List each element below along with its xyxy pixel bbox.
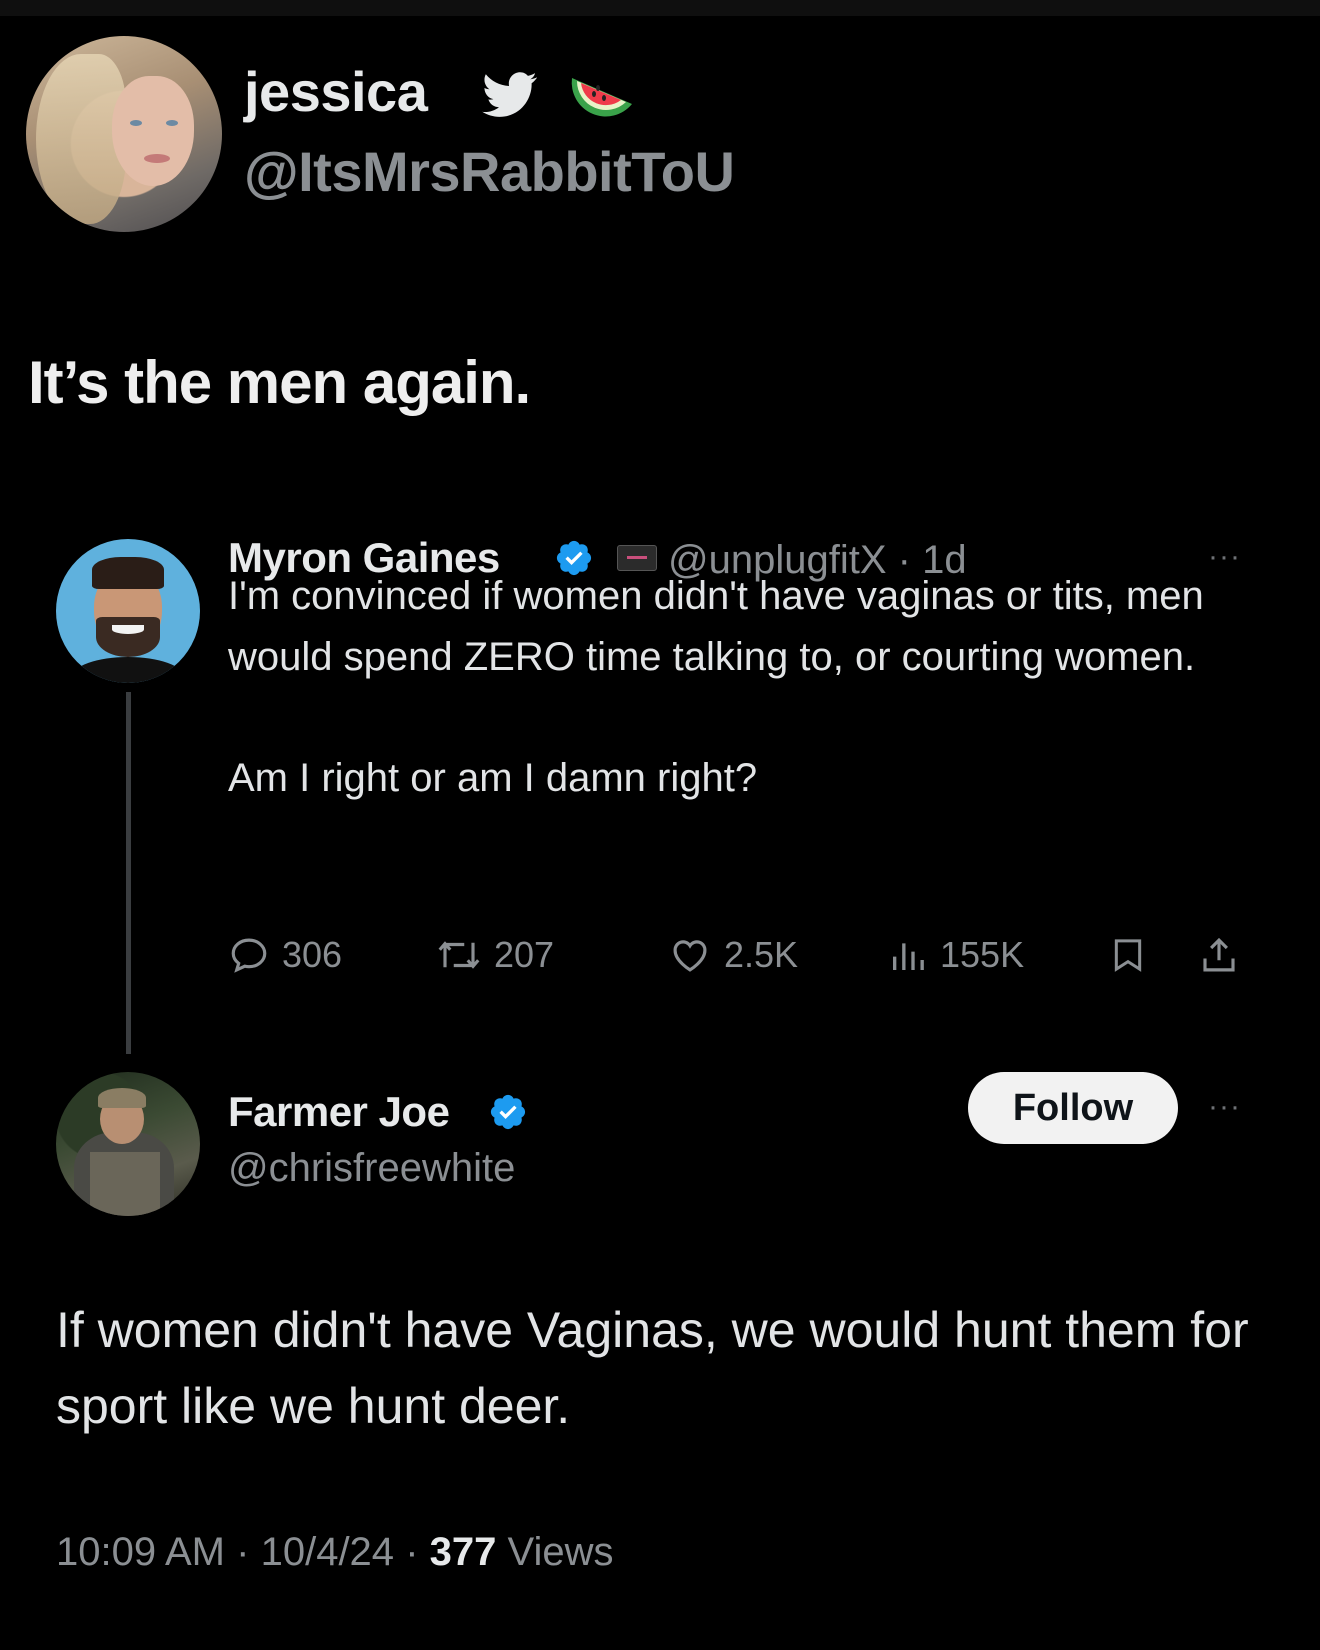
like-icon bbox=[673, 940, 707, 972]
bookmark-icon bbox=[1114, 939, 1142, 972]
views-count: 155K bbox=[940, 934, 1025, 975]
tweet-date[interactable]: 10/4/24 bbox=[261, 1530, 394, 1574]
share-icon bbox=[1203, 937, 1235, 972]
thread-line bbox=[126, 692, 131, 1054]
views-button[interactable]: 155K bbox=[888, 930, 1024, 980]
top-edge-bar bbox=[0, 0, 1320, 16]
tweet-text: I'm convinced if women didn't have vagin… bbox=[228, 566, 1268, 809]
tweet-time[interactable]: 10:09 AM bbox=[56, 1530, 225, 1574]
handle[interactable]: @ItsMrsRabbitToU bbox=[244, 140, 735, 204]
action-bar: 306 207 2.5K 155K bbox=[228, 930, 1268, 980]
more-icon[interactable]: ··· bbox=[1208, 1092, 1241, 1122]
verified-badge-icon bbox=[490, 1094, 526, 1130]
repost-button[interactable]: 207 bbox=[436, 930, 554, 980]
author-handle[interactable]: @chrisfreewhite bbox=[228, 1144, 515, 1192]
reply-button[interactable]: 306 bbox=[228, 930, 342, 980]
share-button[interactable] bbox=[1198, 930, 1240, 980]
views-icon bbox=[893, 943, 924, 970]
twitter-bird-icon bbox=[482, 72, 538, 117]
tweet-text: It’s the men again. bbox=[28, 349, 531, 416]
avatar[interactable] bbox=[26, 36, 222, 232]
repost-icon bbox=[438, 941, 480, 969]
author-name[interactable]: Farmer Joe bbox=[228, 1088, 450, 1136]
views-label: Views bbox=[507, 1530, 614, 1574]
avatar[interactable] bbox=[56, 1072, 200, 1216]
avatar[interactable] bbox=[56, 539, 200, 683]
reply-icon bbox=[231, 938, 267, 973]
like-count: 2.5K bbox=[724, 934, 799, 975]
bookmark-button[interactable] bbox=[1108, 930, 1148, 980]
reply-text: If women didn't have Vaginas, we would h… bbox=[56, 1302, 1249, 1434]
follow-button[interactable]: Follow bbox=[968, 1072, 1178, 1144]
tweet-paragraph: Am I right or am I damn right? bbox=[228, 756, 758, 800]
like-button[interactable]: 2.5K bbox=[668, 930, 798, 980]
display-name[interactable]: jessica bbox=[244, 62, 428, 122]
quoted-screenshot: Myron Gaines @unplugfitX · 1d ··· I'm co… bbox=[0, 520, 1320, 1610]
repost-count: 207 bbox=[494, 934, 555, 975]
tweet-paragraph: I'm convinced if women didn't have vagin… bbox=[228, 574, 1204, 679]
reply-count: 306 bbox=[282, 934, 343, 975]
tweet-metadata: 10:09 AM · 10/4/24 · 377 Views bbox=[56, 1530, 614, 1574]
watermelon-icon bbox=[571, 78, 632, 117]
view-count: 377 bbox=[429, 1530, 497, 1574]
